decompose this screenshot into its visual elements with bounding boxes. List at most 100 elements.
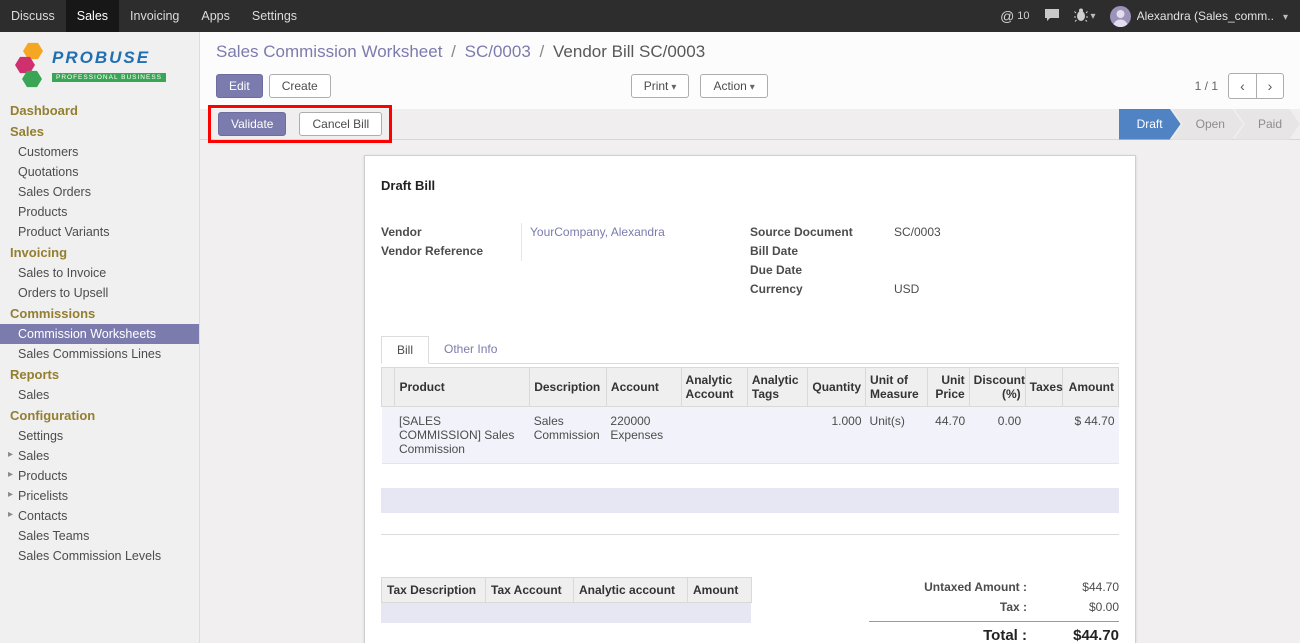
col-analytic-account: Analytic Account — [681, 368, 747, 407]
sidebar-item-dashboard[interactable]: Dashboard — [0, 100, 199, 121]
mention-icon — [1000, 8, 1014, 24]
pager-previous-button[interactable] — [1228, 73, 1256, 99]
total-value: $44.70 — [1039, 626, 1119, 643]
sidebar-item-config-contacts[interactable]: Contacts — [0, 506, 199, 526]
empty-list-stripe — [381, 488, 1119, 513]
sidebar-item-config-pricelists[interactable]: Pricelists — [0, 486, 199, 506]
create-button[interactable]: Create — [269, 74, 331, 98]
tax-lines-table: Tax Description Tax Account Analytic acc… — [381, 577, 751, 643]
status-paid: Paid — [1234, 109, 1300, 140]
menu-sales[interactable]: Sales — [66, 0, 119, 32]
main-content: Sales Commission Worksheet / SC/0003 / V… — [200, 32, 1300, 643]
currency-value: USD — [894, 280, 919, 299]
breadcrumb-separator: / — [536, 42, 549, 61]
sidebar-section-sales[interactable]: Sales — [0, 121, 199, 142]
cell-discount: 0.00 — [969, 407, 1025, 464]
sidebar-section-configuration[interactable]: Configuration — [0, 405, 199, 426]
sidebar-item-sales-commissions-lines[interactable]: Sales Commissions Lines — [0, 344, 199, 364]
user-name: Alexandra (Sales_comm.. — [1137, 9, 1274, 23]
cell-unit-price: 44.70 — [928, 407, 969, 464]
sidebar-nav: Dashboard Sales Customers Quotations Sal… — [0, 100, 199, 566]
chevron-down-icon — [747, 79, 755, 93]
sidebar-item-config-settings[interactable]: Settings — [0, 426, 199, 446]
sidebar-item-sales-teams[interactable]: Sales Teams — [0, 526, 199, 546]
col-unit-price: Unit Price — [928, 368, 969, 407]
sidebar-item-sales-commission-levels[interactable]: Sales Commission Levels — [0, 546, 199, 566]
print-dropdown-button[interactable]: Print — [631, 74, 690, 98]
messages-icon[interactable] — [1044, 8, 1060, 25]
company-logo: PROBUSE PROFESSIONAL BUSINESS — [0, 32, 199, 100]
breadcrumb: Sales Commission Worksheet / SC/0003 / V… — [216, 42, 1284, 62]
form-sheet: Draft Bill Vendor YourCompany, Alexandra… — [364, 155, 1136, 643]
logo-title: PROBUSE — [52, 48, 166, 68]
sidebar-item-config-products[interactable]: Products — [0, 466, 199, 486]
tax-value: $0.00 — [1039, 597, 1119, 617]
sidebar-item-commission-worksheets[interactable]: Commission Worksheets — [0, 324, 199, 344]
top-bar: Discuss Sales Invoicing Apps Settings 10 — [0, 0, 1300, 32]
tab-bill[interactable]: Bill — [381, 336, 429, 364]
cell-account: 220000 Expenses — [606, 407, 681, 464]
menu-invoicing[interactable]: Invoicing — [119, 0, 190, 32]
vendor-reference-value — [521, 242, 750, 261]
invoice-line-row[interactable]: [SALES COMMISSION] Sales Commission Sale… — [382, 407, 1119, 464]
due-date-label: Due Date — [750, 261, 894, 280]
cell-amount: $ 44.70 — [1062, 407, 1118, 464]
mentions-button[interactable]: 10 — [1000, 8, 1029, 24]
col-amount: Amount — [1062, 368, 1118, 407]
sidebar-item-product-variants[interactable]: Product Variants — [0, 222, 199, 242]
cell-taxes — [1025, 407, 1062, 464]
col-tax-description: Tax Description — [382, 578, 486, 603]
sidebar-section-invoicing[interactable]: Invoicing — [0, 242, 199, 263]
untaxed-amount-label: Untaxed Amount : — [869, 577, 1039, 597]
menu-discuss[interactable]: Discuss — [0, 0, 66, 32]
col-tax-account: Tax Account — [486, 578, 574, 603]
user-menu[interactable]: Alexandra (Sales_comm.. — [1110, 6, 1288, 27]
sheet-title: Draft Bill — [381, 178, 1119, 193]
status-draft: Draft — [1119, 109, 1181, 140]
app-menu: Discuss Sales Invoicing Apps Settings — [0, 0, 308, 32]
vendor-value-link[interactable]: YourCompany, Alexandra — [521, 223, 750, 242]
cell-product: [SALES COMMISSION] Sales Commission — [395, 407, 530, 464]
edit-button[interactable]: Edit — [216, 74, 263, 98]
menu-settings[interactable]: Settings — [241, 0, 308, 32]
sidebar-section-commissions[interactable]: Commissions — [0, 303, 199, 324]
cell-description: Sales Commission — [530, 407, 607, 464]
sidebar-item-sales-to-invoice[interactable]: Sales to Invoice — [0, 263, 199, 283]
sidebar-item-sales-orders[interactable]: Sales Orders — [0, 182, 199, 202]
source-document-value: SC/0003 — [894, 223, 941, 242]
debug-menu[interactable] — [1074, 8, 1096, 25]
validate-button[interactable]: Validate — [218, 112, 286, 136]
handle-column-header — [382, 368, 395, 407]
col-product: Product — [395, 368, 530, 407]
action-dropdown-button[interactable]: Action — [700, 74, 767, 98]
cell-analytic-account — [681, 407, 747, 464]
pager-next-button[interactable] — [1256, 73, 1284, 99]
sidebar-item-customers[interactable]: Customers — [0, 142, 199, 162]
chevron-down-icon — [668, 79, 676, 93]
col-quantity: Quantity — [807, 368, 865, 407]
mention-count: 10 — [1017, 10, 1029, 22]
sidebar-item-reports-sales[interactable]: Sales — [0, 385, 199, 405]
pager-count: 1 / 1 — [1195, 79, 1218, 93]
menu-apps[interactable]: Apps — [190, 0, 241, 32]
source-document-label: Source Document — [750, 223, 894, 242]
sidebar-item-orders-to-upsell[interactable]: Orders to Upsell — [0, 283, 199, 303]
control-panel: Sales Commission Worksheet / SC/0003 / V… — [200, 32, 1300, 109]
pager: 1 / 1 — [1195, 73, 1284, 99]
sidebar-item-products[interactable]: Products — [0, 202, 199, 222]
cancel-bill-button[interactable]: Cancel Bill — [299, 112, 382, 136]
tab-other-info[interactable]: Other Info — [429, 336, 512, 364]
untaxed-amount-value: $44.70 — [1039, 577, 1119, 597]
status-open: Open — [1172, 109, 1243, 140]
empty-tax-row — [381, 623, 751, 643]
breadcrumb-record-link[interactable]: SC/0003 — [465, 42, 531, 61]
sidebar-item-config-sales[interactable]: Sales — [0, 446, 199, 466]
sidebar-item-quotations[interactable]: Quotations — [0, 162, 199, 182]
currency-label: Currency — [750, 280, 894, 299]
chevron-down-icon — [1088, 8, 1096, 22]
col-discount: Discount (%) — [969, 368, 1025, 407]
breadcrumb-worksheet-link[interactable]: Sales Commission Worksheet — [216, 42, 442, 61]
annotation-highlight-box: Validate Cancel Bill — [208, 105, 392, 143]
sidebar-section-reports[interactable]: Reports — [0, 364, 199, 385]
col-account: Account — [606, 368, 681, 407]
